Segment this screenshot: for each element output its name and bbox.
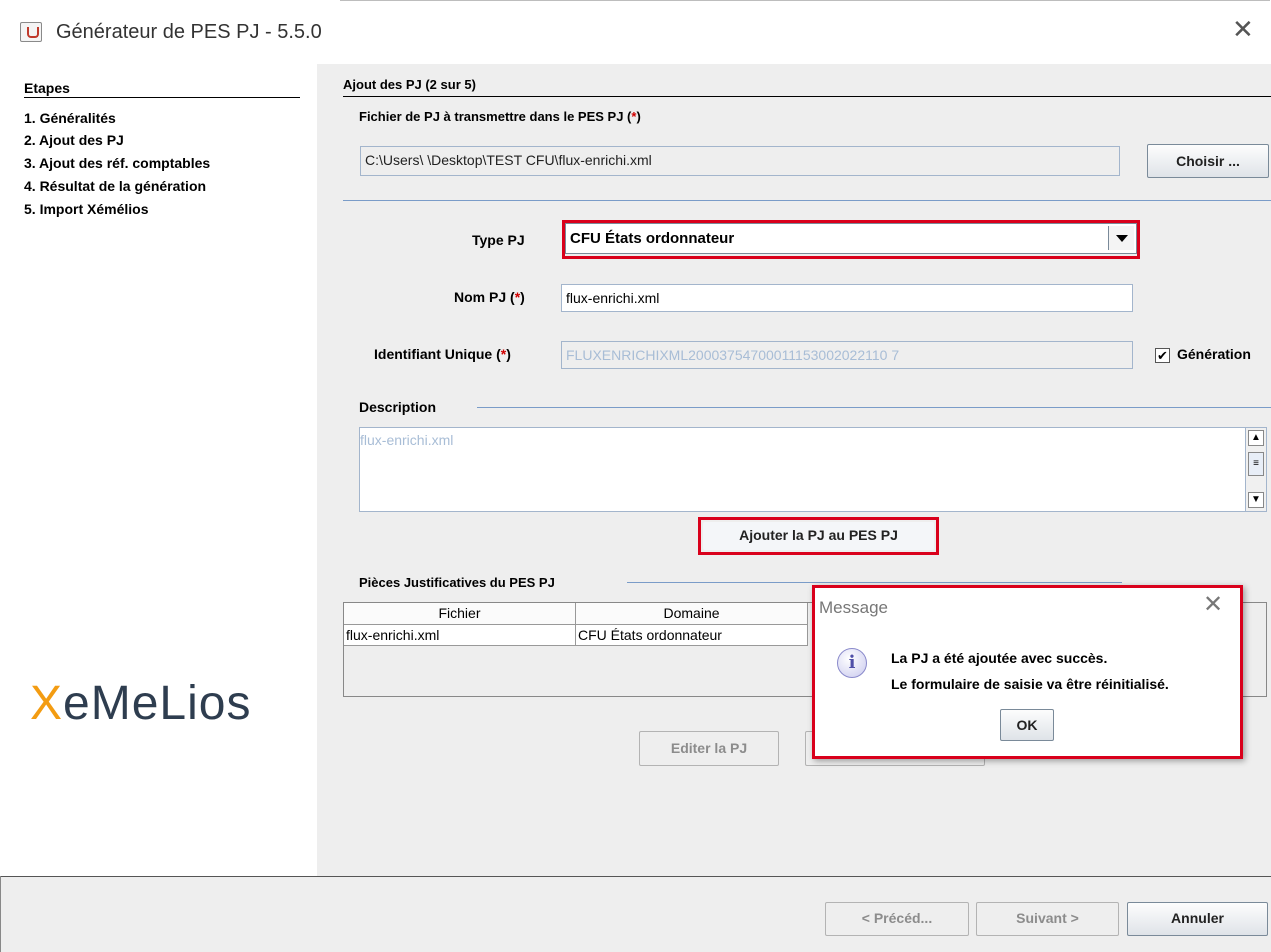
chevron-down-icon[interactable] [1108,226,1134,250]
window-close-icon[interactable]: ✕ [1232,16,1254,42]
scroll-up-icon[interactable]: ▲ [1248,430,1264,446]
table-cell-fichier[interactable]: flux-enrichi.xml [344,625,576,646]
type-pj-select[interactable]: CFU États ordonnateur [565,223,1137,254]
file-path-field[interactable]: C:\Users\ \Desktop\TEST CFU\flux-enrichi… [360,146,1120,176]
description-textarea[interactable]: flux-enrichi.xml [359,427,1267,512]
dialog-close-icon[interactable]: ✕ [1203,593,1223,617]
dialog-title: Message [819,598,888,617]
message-dialog: Message ✕ i La PJ a été ajoutée avec suc… [812,585,1243,759]
next-button[interactable]: Suivant > [976,902,1119,936]
step-import: 5. Import Xémélios [24,201,149,217]
generation-checkbox[interactable]: ✔ [1155,348,1170,363]
generation-label: Génération [1177,346,1251,362]
scroll-down-icon[interactable]: ▼ [1248,492,1264,508]
file-label: Fichier de PJ à transmettre dans le PES … [359,109,641,124]
step-resultat: 4. Résultat de la génération [24,178,207,194]
step-ajout-pj: 2. Ajout des PJ [24,132,124,148]
identifiant-input[interactable]: FLUXENRICHIXML20003754700011153002022110… [561,341,1133,369]
pieces-title: Pièces Justificatives du PES PJ [359,575,555,590]
description-label: Description [359,399,437,415]
description-divider [477,407,1271,408]
cancel-button[interactable]: Annuler [1127,902,1268,936]
steps-divider [24,97,300,98]
file-separator [343,200,1271,201]
window-titlebar: Générateur de PES PJ - 5.5.0 ✕ [0,0,1271,64]
ok-button[interactable]: OK [1000,709,1054,741]
nom-pj-label: Nom PJ (*) [454,289,525,305]
add-pj-button[interactable]: Ajouter la PJ au PES PJ [703,522,934,550]
identifiant-label: Identifiant Unique (*) [374,346,511,362]
background-window-edge [340,0,1270,5]
type-pj-value: CFU États ordonnateur [570,230,735,247]
steps-heading: Etapes [24,80,70,96]
step-generalites: 1. Généralités [24,110,116,126]
wizard-footer: < Précéd... Suivant > Annuler [0,876,1271,952]
dialog-message-line1: La PJ a été ajoutée avec succès. [891,650,1108,666]
edit-pj-button[interactable]: Editer la PJ [639,731,779,766]
xemelios-logo: XeMeLios [30,677,252,730]
steps-sidebar: Etapes 1. Généralités 2. Ajout des PJ 3.… [0,64,317,876]
choose-file-button[interactable]: Choisir ... [1147,144,1269,178]
description-scrollbar[interactable]: ▲ ≡ ▼ [1245,428,1266,511]
java-app-icon [20,22,42,42]
info-icon: i [837,648,867,678]
type-pj-label: Type PJ [472,232,525,248]
previous-button[interactable]: < Précéd... [825,902,969,936]
nom-pj-input[interactable]: flux-enrichi.xml [561,284,1133,312]
table-cell-domaine[interactable]: CFU États ordonnateur [576,625,808,646]
pieces-divider [627,582,1122,583]
column-header-domaine[interactable]: Domaine [576,603,808,625]
window-title: Générateur de PES PJ - 5.5.0 [56,21,322,43]
section-divider [343,96,1271,97]
window-left-edge [0,876,8,952]
section-title: Ajout des PJ (2 sur 5) [343,77,476,92]
step-ajout-ref: 3. Ajout des réf. comptables [24,155,211,171]
scroll-thumb[interactable]: ≡ [1248,452,1264,476]
dialog-message-line2: Le formulaire de saisie va être réinitia… [891,676,1169,692]
column-header-fichier[interactable]: Fichier [344,603,576,625]
